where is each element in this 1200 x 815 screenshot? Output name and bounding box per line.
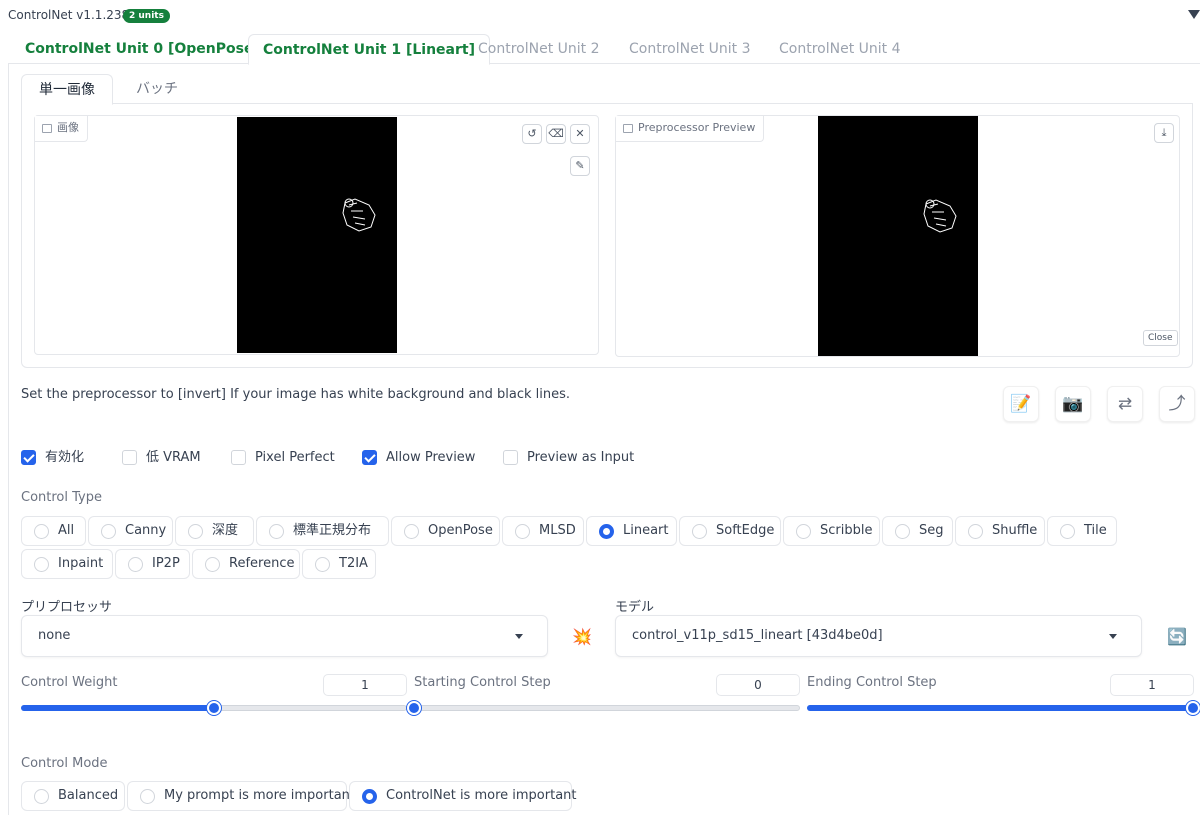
eraser-icon[interactable]: ⌫ [546, 124, 566, 144]
app-title: ControlNet v1.1.238 [8, 8, 130, 22]
checkbox-pixel-perfect[interactable]: Pixel Perfect [231, 449, 335, 466]
control-type-all[interactable]: All [21, 516, 86, 546]
send-dimensions-icon[interactable]: ⤴ [1159, 386, 1195, 422]
tab-unit-1[interactable]: ControlNet Unit 1 [Lineart] [248, 34, 490, 65]
control-type-canny[interactable]: Canny [88, 516, 173, 546]
checkbox-preview-as-input[interactable]: Preview as Input [503, 449, 634, 466]
refresh-models-icon[interactable]: 🔄 [1161, 622, 1193, 654]
control-type-t2ia[interactable]: T2IA [302, 549, 376, 579]
control-type-label: Control Type [21, 490, 102, 505]
units-badge: 2 units [123, 9, 170, 23]
preprocessor-hint: Set the preprocessor to [invert] If your… [21, 387, 571, 402]
input-mode-tabs: 単一画像 バッチ [21, 74, 1193, 105]
hand-sketch-preview-icon [923, 199, 957, 233]
checkbox-box [122, 450, 137, 465]
notes-icon[interactable]: 📝 [1003, 386, 1039, 422]
tab-single-image[interactable]: 単一画像 [21, 74, 113, 105]
control-type-shuffle[interactable]: Shuffle [955, 516, 1045, 546]
preprocessor-label: プリプロセッサ [21, 600, 113, 615]
tab-unit-2[interactable]: ControlNet Unit 2 [464, 34, 614, 64]
control-type-normal-map[interactable]: 標準正規分布 [256, 516, 389, 546]
chevron-down-icon [515, 634, 523, 639]
slider-track[interactable] [414, 705, 800, 711]
slider-label: Ending Control Step [807, 675, 937, 690]
input-image [237, 117, 397, 353]
control-mode-label: Control Mode [21, 756, 108, 771]
undo-icon[interactable]: ↺ [522, 124, 542, 144]
slider-thumb[interactable] [207, 701, 221, 715]
model-label: モデル [615, 600, 655, 615]
control-type-openpose[interactable]: OpenPose [391, 516, 500, 546]
unit-tab-bar: ControlNet Unit 0 [OpenPose] ControlNet … [8, 34, 1200, 65]
slider-thumb[interactable] [1186, 701, 1200, 715]
checkbox-low-vram[interactable]: 低 VRAM [122, 449, 201, 466]
chevron-down-icon [1109, 634, 1117, 639]
checkbox-box [231, 450, 246, 465]
slider-number-input[interactable]: 1 [323, 674, 407, 696]
image-icon [623, 124, 633, 133]
control-type-lineart[interactable]: Lineart [586, 516, 677, 546]
tab-unit-3[interactable]: ControlNet Unit 3 [615, 34, 765, 64]
slider-fill [21, 705, 214, 711]
image-icon [42, 124, 52, 133]
control-type-mlsd[interactable]: MLSD [502, 516, 584, 546]
checkbox-box [503, 450, 518, 465]
control-mode-balanced[interactable]: Balanced [21, 781, 125, 811]
hand-sketch-icon [342, 198, 376, 232]
checkbox-allow-preview[interactable]: Allow Preview [362, 449, 475, 466]
slider-label: Control Weight [21, 675, 118, 690]
slider-label: Starting Control Step [414, 675, 551, 690]
image-input[interactable]: 画像 ↺ ⌫ ✕ ✎ [34, 115, 599, 355]
slider-number-input[interactable]: 1 [1110, 674, 1194, 696]
control-type-softedge[interactable]: SoftEdge [679, 516, 781, 546]
swap-icon[interactable]: ⇄ [1107, 386, 1143, 422]
control-mode-prompt[interactable]: My prompt is more important [127, 781, 355, 811]
close-icon[interactable]: ✕ [570, 124, 590, 144]
control-type-reference[interactable]: Reference [192, 549, 300, 579]
preview-label: Preprocessor Preview [616, 116, 765, 142]
close-preview-button[interactable]: Close [1143, 330, 1178, 346]
control-type-inpaint[interactable]: Inpaint [21, 549, 113, 579]
checkbox-box [21, 450, 36, 465]
checkbox-box [362, 450, 377, 465]
checkbox-enable[interactable]: 有効化 [21, 449, 84, 466]
control-type-ip2p[interactable]: IP2P [115, 549, 190, 579]
control-type-seg[interactable]: Seg [882, 516, 953, 546]
run-preprocessor-icon[interactable]: 💥 [566, 622, 598, 654]
slider-number-input[interactable]: 0 [716, 674, 800, 696]
model-select[interactable]: control_v11p_sd15_lineart [43d4be0d] [615, 615, 1142, 657]
control-type-scribble[interactable]: Scribble [783, 516, 880, 546]
download-icon[interactable]: ⤓ [1154, 123, 1174, 143]
slider-fill [807, 705, 1193, 711]
preview-image [818, 116, 978, 356]
tab-unit-4[interactable]: ControlNet Unit 4 [765, 34, 915, 64]
tab-unit-0[interactable]: ControlNet Unit 0 [OpenPose] [11, 34, 274, 64]
camera-icon[interactable]: 📷 [1055, 386, 1091, 422]
tab-batch[interactable]: バッチ [119, 74, 195, 104]
control-mode-controlnet[interactable]: ControlNet is more important [349, 781, 577, 811]
brush-icon[interactable]: ✎ [570, 156, 590, 176]
collapse-arrow-icon[interactable] [1188, 10, 1200, 19]
control-type-tile[interactable]: Tile [1047, 516, 1117, 546]
image-label: 画像 [35, 116, 88, 142]
control-type-depth[interactable]: 深度 [175, 516, 254, 546]
preprocessor-select[interactable]: none [21, 615, 548, 657]
preprocessor-preview: Preprocessor Preview ⤓ Close [615, 115, 1180, 357]
slider-thumb[interactable] [407, 701, 421, 715]
